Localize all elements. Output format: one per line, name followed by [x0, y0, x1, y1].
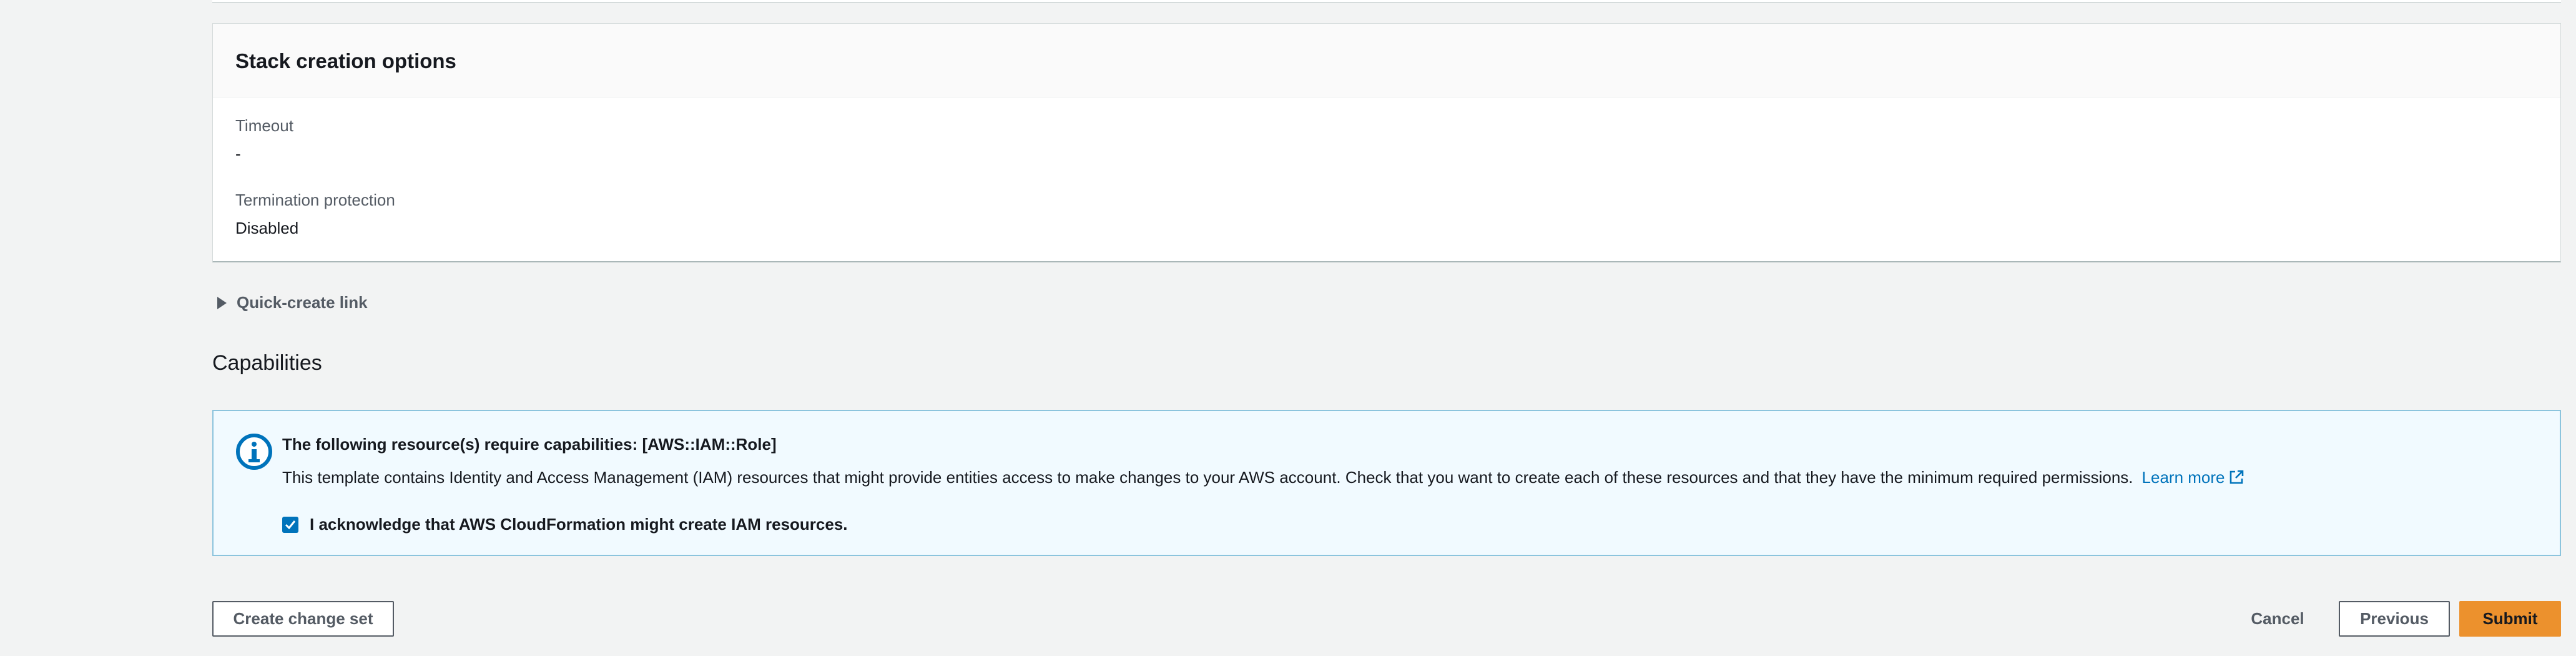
capabilities-heading: Capabilities — [212, 351, 322, 375]
panel-title: Stack creation options — [235, 49, 456, 72]
termination-protection-value: Disabled — [235, 219, 299, 237]
capabilities-info-alert: The following resource(s) require capabi… — [212, 410, 2561, 556]
termination-protection-field: Termination protection Disabled — [235, 191, 395, 238]
termination-protection-label: Termination protection — [235, 191, 395, 209]
check-icon — [285, 520, 296, 529]
panel-header: Stack creation options — [213, 24, 2560, 97]
submit-button[interactable]: Submit — [2459, 601, 2561, 637]
alert-body: This template contains Identity and Acce… — [282, 468, 2244, 487]
alert-heading: The following resource(s) require capabi… — [282, 435, 777, 454]
timeout-value: - — [235, 144, 241, 163]
alert-body-text: This template contains Identity and Acce… — [282, 468, 2133, 487]
timeout-label: Timeout — [235, 116, 293, 135]
acknowledge-row[interactable]: I acknowledge that AWS CloudFormation mi… — [282, 515, 848, 534]
quick-create-link-toggle[interactable]: Quick-create link — [217, 293, 368, 312]
timeout-field: Timeout - — [235, 116, 293, 164]
info-icon — [236, 434, 272, 470]
learn-more-label: Learn more — [2141, 468, 2225, 487]
quick-create-link-label: Quick-create link — [237, 293, 368, 312]
create-change-set-button[interactable]: Create change set — [212, 601, 394, 637]
caret-right-icon — [217, 296, 227, 309]
acknowledge-label: I acknowledge that AWS CloudFormation mi… — [310, 515, 848, 534]
acknowledge-checkbox[interactable] — [282, 516, 298, 533]
external-link-icon — [2229, 470, 2244, 485]
learn-more-link[interactable]: Learn more — [2142, 468, 2244, 487]
cancel-button[interactable]: Cancel — [2240, 601, 2315, 637]
previous-button[interactable]: Previous — [2339, 601, 2450, 637]
stack-creation-options-panel: Stack creation options Timeout - Termina… — [212, 23, 2561, 262]
previous-panel-edge — [212, 0, 2561, 3]
